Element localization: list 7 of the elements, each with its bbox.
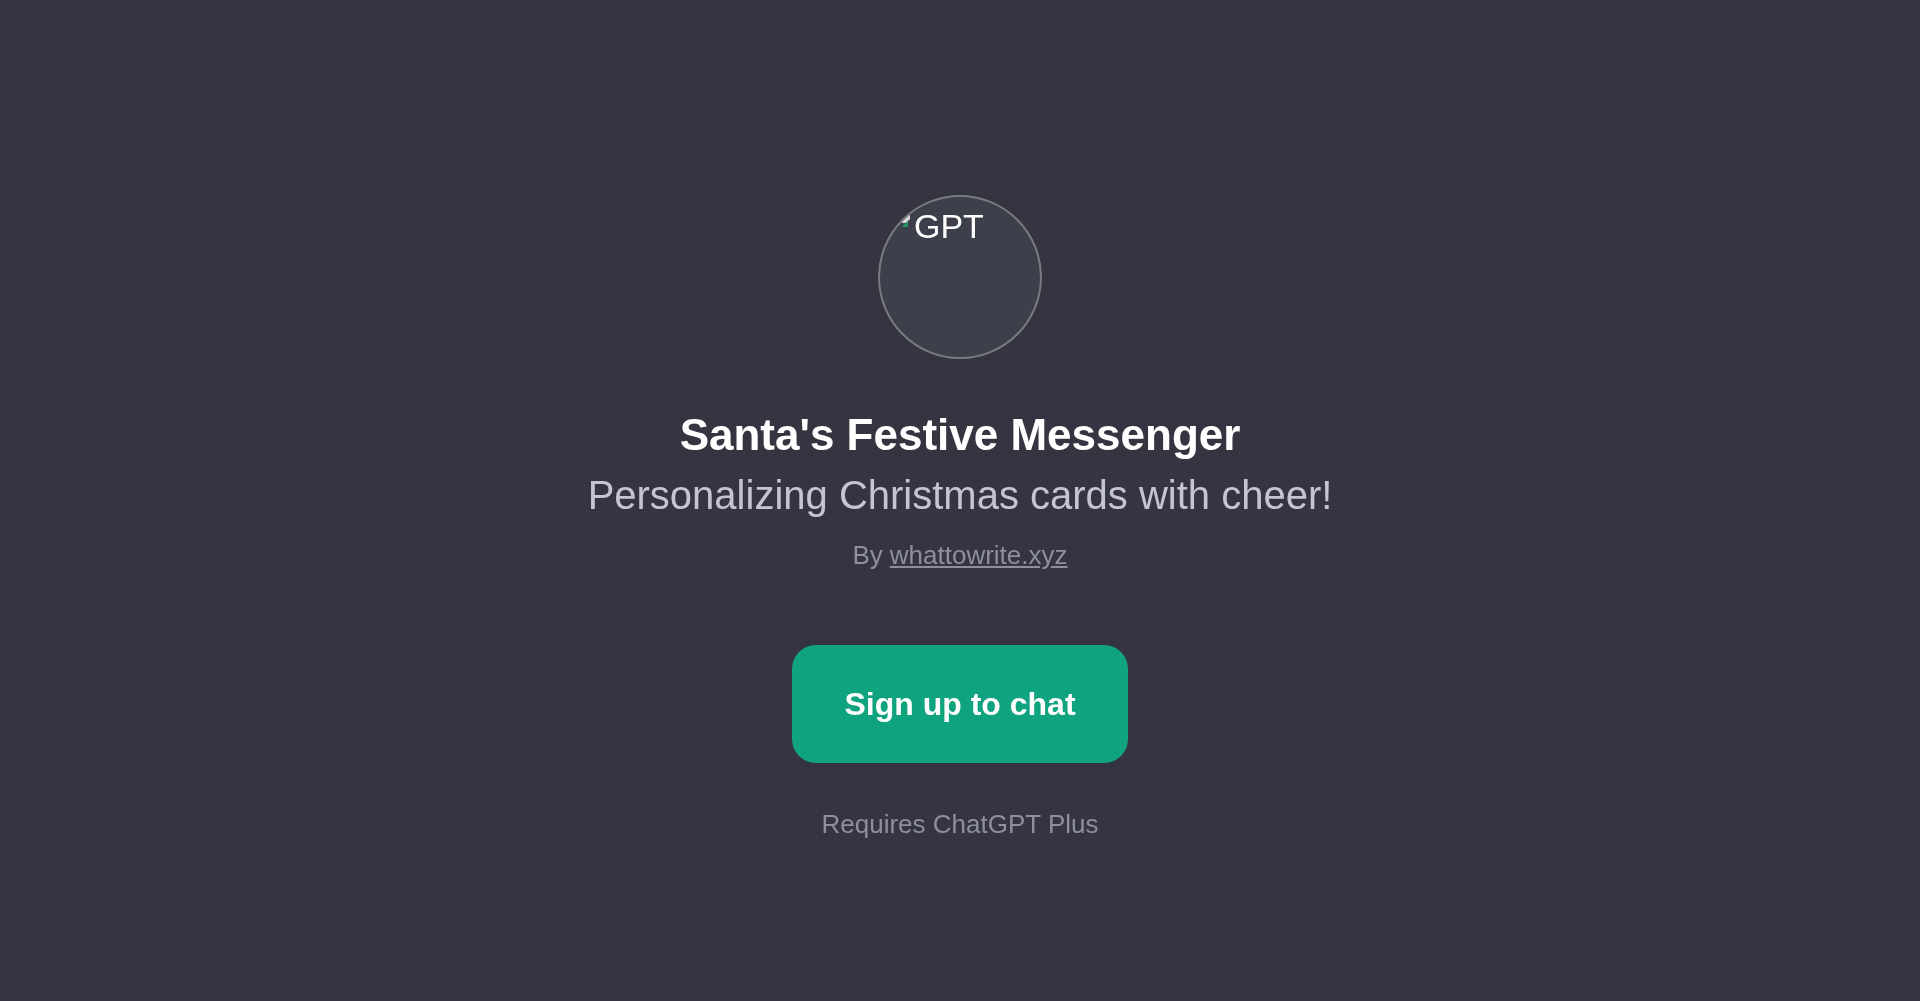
requirement-note: Requires ChatGPT Plus — [821, 808, 1099, 841]
page-title: Santa's Festive Messenger — [679, 409, 1241, 461]
byline-prefix: By — [852, 539, 883, 572]
signup-button[interactable]: Sign up to chat — [792, 645, 1128, 763]
avatar-alt-text: GPT — [914, 209, 984, 243]
page-subtitle: Personalizing Christmas cards with cheer! — [587, 472, 1333, 519]
author-link[interactable]: whattowrite.xyz — [889, 536, 1068, 575]
